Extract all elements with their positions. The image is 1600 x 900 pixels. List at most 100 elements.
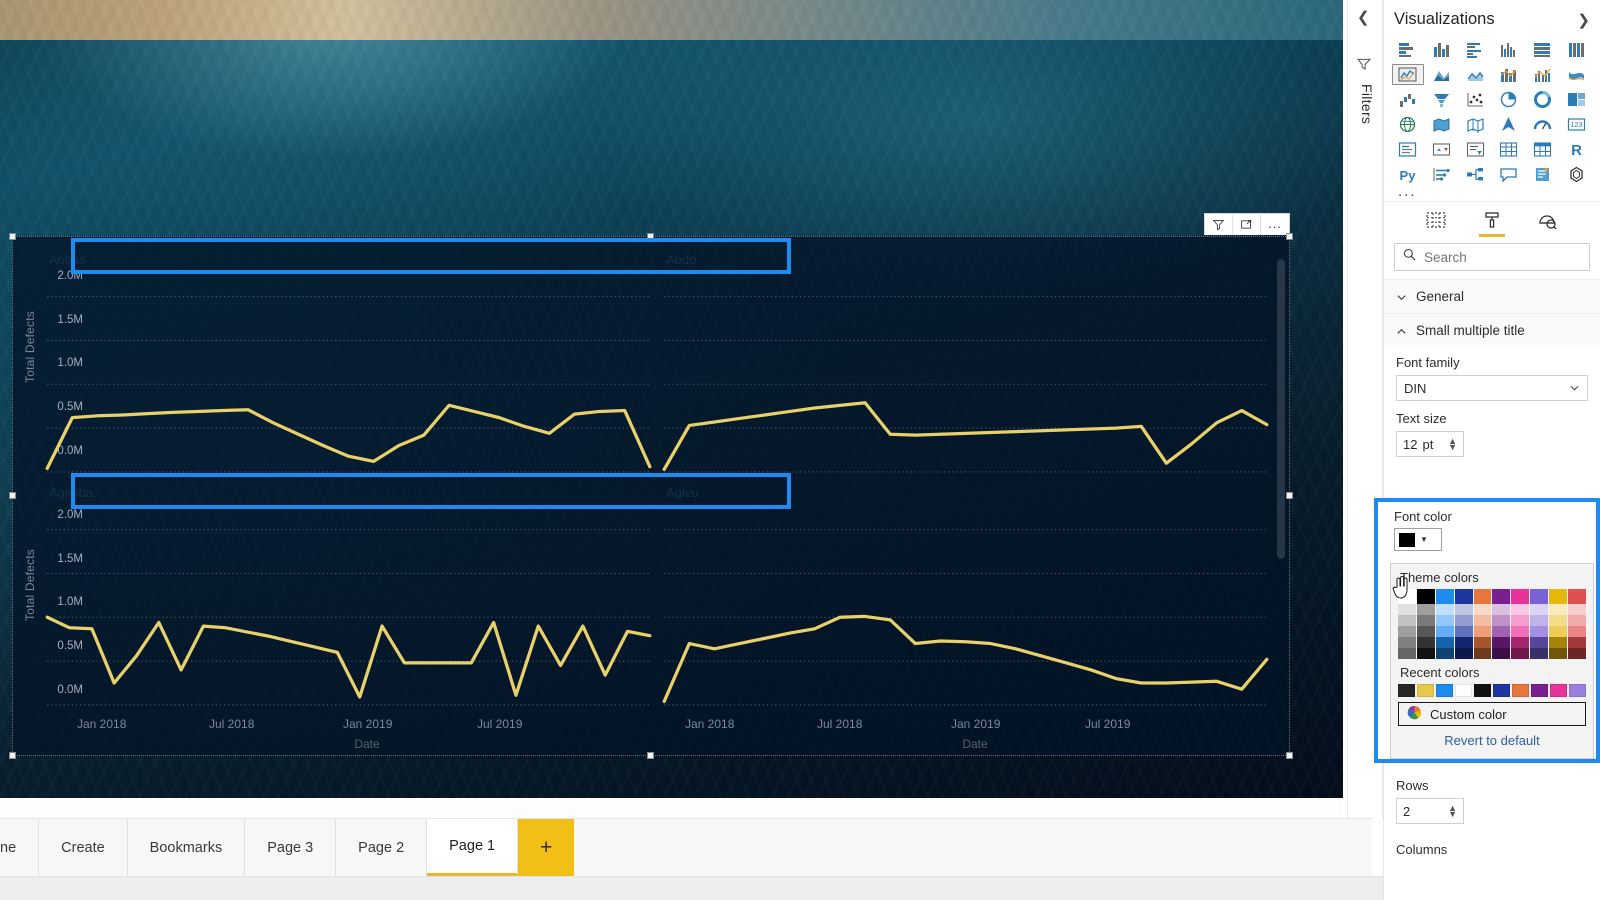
card-icon[interactable]: 123 xyxy=(1560,114,1592,135)
resize-handle-right-center[interactable] xyxy=(1286,492,1293,499)
filter-icon[interactable] xyxy=(1205,213,1233,235)
small-multiple-panel[interactable]: Abdo xyxy=(656,243,1273,476)
map-icon[interactable] xyxy=(1392,114,1424,135)
visual-header-toolbar[interactable]: ... xyxy=(1204,213,1290,235)
theme-color-swatch[interactable] xyxy=(1454,604,1473,615)
theme-color-swatch[interactable] xyxy=(1549,615,1568,626)
filled-map-icon[interactable] xyxy=(1426,114,1458,135)
chart-vertical-scrollbar[interactable] xyxy=(1277,259,1285,559)
theme-color-swatch[interactable] xyxy=(1549,626,1568,637)
fields-tab[interactable] xyxy=(1423,208,1449,237)
section-small-multiple-title[interactable]: Small multiple title xyxy=(1384,313,1600,347)
theme-color-swatch[interactable] xyxy=(1511,589,1530,604)
recent-colors-row[interactable] xyxy=(1391,684,1593,697)
resize-handle-left-center[interactable] xyxy=(9,492,16,499)
theme-color-swatch[interactable] xyxy=(1416,604,1435,615)
visual-frame[interactable]: Total Defects Total Defects 2.0M 1.5M 1.… xyxy=(9,233,1293,759)
theme-color-swatch[interactable] xyxy=(1549,604,1568,615)
theme-color-swatch[interactable] xyxy=(1511,615,1530,626)
search-box[interactable] xyxy=(1394,243,1590,271)
theme-color-swatch[interactable] xyxy=(1435,589,1454,604)
chevron-right-icon[interactable]: ❯ xyxy=(1577,11,1590,29)
theme-color-swatch[interactable] xyxy=(1549,648,1568,659)
theme-color-swatch[interactable] xyxy=(1549,589,1568,604)
small-multiple-plot[interactable] xyxy=(656,273,1273,476)
recent-color-swatch[interactable] xyxy=(1531,684,1548,697)
theme-color-swatch[interactable] xyxy=(1473,615,1492,626)
line-stacked-column-chart-icon[interactable] xyxy=(1493,64,1525,85)
small-multiple-plot[interactable] xyxy=(656,506,1273,709)
theme-color-swatch[interactable] xyxy=(1473,589,1492,604)
page-tab-page-3[interactable]: Page 3 xyxy=(245,819,337,876)
page-tab-home-clipped[interactable]: ne xyxy=(0,819,40,876)
smart-narrative-icon[interactable] xyxy=(1527,164,1559,185)
filter-flag-icon[interactable] xyxy=(1356,58,1372,76)
theme-colors-tint-row-1[interactable] xyxy=(1391,604,1593,615)
theme-color-swatch[interactable] xyxy=(1454,626,1473,637)
theme-color-swatch[interactable] xyxy=(1473,604,1492,615)
theme-color-swatch[interactable] xyxy=(1416,615,1435,626)
resize-handle-top-center[interactable] xyxy=(647,233,654,240)
matrix-icon[interactable] xyxy=(1527,139,1559,160)
focus-mode-icon[interactable] xyxy=(1233,213,1261,235)
section-general[interactable]: General xyxy=(1384,279,1600,313)
resize-handle-bottom-left[interactable] xyxy=(9,752,16,759)
pane-tab-strip[interactable] xyxy=(1384,201,1600,239)
more-options-icon[interactable]: ... xyxy=(1261,213,1289,235)
theme-color-swatch[interactable] xyxy=(1492,615,1511,626)
text-size-stepper[interactable]: 12 pt ▲ ▼ xyxy=(1396,431,1464,457)
key-influencers-icon[interactable] xyxy=(1426,164,1458,185)
custom-color-button[interactable]: Custom color xyxy=(1398,702,1586,726)
analytics-tab[interactable] xyxy=(1535,208,1561,237)
recent-color-swatch[interactable] xyxy=(1550,684,1567,697)
theme-color-swatch[interactable] xyxy=(1473,626,1492,637)
theme-color-swatch[interactable] xyxy=(1473,648,1492,659)
font-color-property-highlight[interactable]: Font color ▼ Theme colors Recent colors xyxy=(1374,498,1600,763)
theme-color-swatch[interactable] xyxy=(1568,604,1586,615)
clustered-bar-chart-icon[interactable] xyxy=(1459,39,1491,60)
theme-color-swatch[interactable] xyxy=(1568,589,1586,604)
theme-colors-shade-row-1[interactable] xyxy=(1391,637,1593,648)
theme-color-swatch[interactable] xyxy=(1511,648,1530,659)
stacked-bar-chart-icon[interactable] xyxy=(1392,39,1424,60)
small-multiple-plot[interactable] xyxy=(39,273,656,476)
kpi-icon[interactable] xyxy=(1426,139,1458,160)
font-color-swatch-button[interactable]: ▼ xyxy=(1394,528,1442,551)
color-picker-flyout[interactable]: Theme colors Recent colors Custom color … xyxy=(1390,563,1594,759)
theme-color-swatch[interactable] xyxy=(1398,615,1416,626)
small-multiple-panel[interactable]: Abbas xyxy=(39,243,656,476)
visualizations-pane[interactable]: Visualizations ❯ 123 R Py ... Search Gen… xyxy=(1383,0,1600,900)
resize-handle-bottom-center[interactable] xyxy=(647,752,654,759)
100-stacked-bar-chart-icon[interactable] xyxy=(1527,39,1559,60)
line-clustered-column-chart-icon[interactable] xyxy=(1527,64,1559,85)
theme-colors-shade-row-2[interactable] xyxy=(1391,648,1593,659)
multi-row-card-icon[interactable] xyxy=(1392,139,1424,160)
resize-handle-top-left[interactable] xyxy=(9,233,16,240)
theme-color-swatch[interactable] xyxy=(1398,604,1416,615)
recent-color-swatch[interactable] xyxy=(1493,684,1510,697)
visual-type-gallery[interactable]: 123 R Py xyxy=(1384,37,1600,185)
stepper-arrows-icon[interactable]: ▲ ▼ xyxy=(1448,804,1457,819)
theme-color-swatch[interactable] xyxy=(1435,637,1454,648)
theme-color-swatch[interactable] xyxy=(1416,648,1435,659)
python-visual-icon[interactable]: Py xyxy=(1392,164,1424,185)
stacked-column-chart-icon[interactable] xyxy=(1426,39,1458,60)
page-tab-bookmarks[interactable]: Bookmarks xyxy=(127,819,246,876)
theme-color-swatch[interactable] xyxy=(1568,637,1586,648)
scatter-chart-icon[interactable] xyxy=(1459,89,1491,110)
qna-icon[interactable] xyxy=(1493,164,1525,185)
recent-color-swatch[interactable] xyxy=(1474,684,1491,697)
theme-color-swatch[interactable] xyxy=(1530,637,1549,648)
theme-colors-tint-row-2[interactable] xyxy=(1391,615,1593,626)
decomposition-tree-icon[interactable] xyxy=(1459,164,1491,185)
theme-color-swatch[interactable] xyxy=(1416,626,1435,637)
format-tab[interactable] xyxy=(1479,208,1505,237)
stacked-area-chart-icon[interactable] xyxy=(1459,64,1491,85)
table-icon[interactable] xyxy=(1493,139,1525,160)
funnel-icon[interactable] xyxy=(1426,89,1458,110)
resize-handle-top-right[interactable] xyxy=(1286,233,1293,240)
theme-color-swatch[interactable] xyxy=(1435,626,1454,637)
resize-handle-bottom-right[interactable] xyxy=(1286,752,1293,759)
theme-color-swatch[interactable] xyxy=(1530,604,1549,615)
stepper-arrows-icon[interactable]: ▲ ▼ xyxy=(1448,437,1457,452)
